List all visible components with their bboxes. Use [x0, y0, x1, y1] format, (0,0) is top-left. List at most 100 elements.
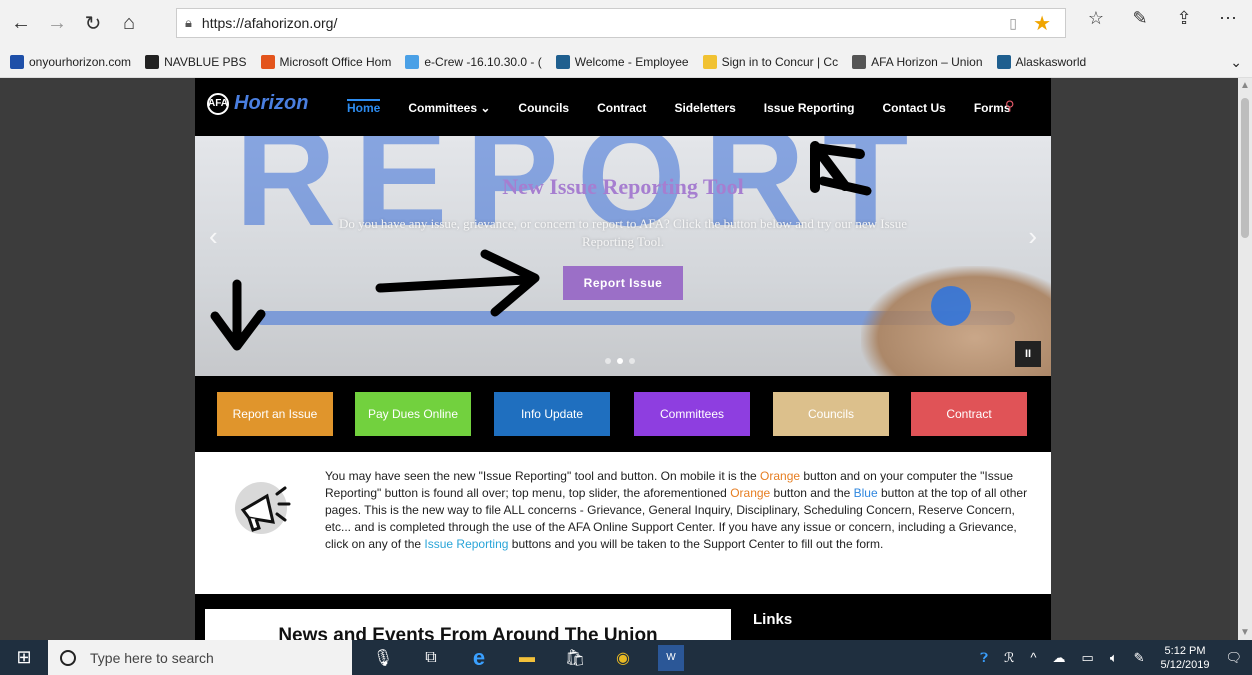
- taskbar-search-placeholder: Type here to search: [90, 649, 214, 666]
- more-icon[interactable]: ⋯: [1216, 8, 1240, 29]
- task-view-icon[interactable]: ⧉: [418, 645, 444, 671]
- battery-icon[interactable]: ▭: [1082, 650, 1094, 666]
- favorite-item[interactable]: Microsoft Office Hom: [260, 54, 392, 69]
- top-navigation: AFA Horizon Home Committees ⌄ Councils Cont…: [195, 78, 1051, 136]
- scrollbar-thumb[interactable]: [1241, 98, 1249, 238]
- menu-item-sideletters[interactable]: Sideletters: [674, 101, 735, 115]
- clock-date: 5/12/2019: [1160, 658, 1210, 671]
- quick-button-info-update[interactable]: Info Update: [494, 392, 610, 436]
- main-menu: Home Committees ⌄ Councils Contract Sidelett…: [347, 99, 1039, 115]
- reading-view-icon[interactable]: ▯: [1009, 15, 1017, 32]
- share-icon[interactable]: ⇪: [1172, 8, 1196, 29]
- favorite-icon: [555, 54, 570, 69]
- chevron-up-icon[interactable]: ^: [1030, 650, 1036, 665]
- favorite-label: AFA Horizon – Union: [871, 54, 983, 69]
- announcement-text: You may have seen the new "Issue Reporti…: [325, 468, 1031, 553]
- lower-section: News and Events From Around The Union Li…: [195, 594, 1051, 640]
- favorite-star-icon[interactable]: ★: [1033, 11, 1051, 36]
- chevron-down-icon[interactable]: ⌄: [1230, 54, 1242, 71]
- blue-word: Blue: [853, 486, 878, 500]
- favorite-item[interactable]: e-Crew -16.10.30.0 - (: [405, 54, 542, 69]
- favorites-bar: onyourhorizon.com NAVBLUE PBS Microsoft Of…: [0, 46, 1252, 78]
- quick-button-committees[interactable]: Committees: [634, 392, 750, 436]
- orange-word: Orange: [730, 486, 771, 500]
- refresh-button[interactable]: ↻: [78, 8, 108, 38]
- home-button[interactable]: ⌂: [114, 8, 144, 38]
- cortana-icon: [60, 649, 76, 666]
- page-viewport: AFA Horizon Home Committees ⌄ Councils Cont…: [0, 78, 1252, 640]
- browser-toolbar: ← → ↻ ⌂ 🔒︎ https://afahorizon.org/ ▯ ★ ☆…: [0, 0, 1252, 46]
- annotation-arrows: [210, 141, 872, 351]
- quick-button-contract[interactable]: Contract: [911, 392, 1027, 436]
- favorite-label: Sign in to Concur | Cc: [721, 54, 839, 69]
- favorite-item[interactable]: onyourhorizon.com: [10, 54, 132, 69]
- taskbar-search-box[interactable]: Type here to search: [48, 640, 352, 675]
- lock-icon: 🔒︎: [185, 15, 192, 30]
- address-bar[interactable]: 🔒︎ https://afahorizon.org/ ▯ ★: [176, 8, 1066, 38]
- ann-text-part: buttons and you will be taken to the Sup…: [508, 537, 884, 551]
- volume-icon[interactable]: 🔈︎: [1110, 650, 1118, 666]
- arrow-down-annotation: [210, 279, 266, 351]
- favorite-icon: [702, 54, 717, 69]
- menu-item-contract[interactable]: Contract: [597, 101, 646, 115]
- search-icon[interactable]: ⚲: [1005, 98, 1015, 114]
- favorite-item[interactable]: Sign in to Concur | Cc: [702, 54, 839, 69]
- menu-item-issue-reporting[interactable]: Issue Reporting: [764, 101, 855, 115]
- scroll-up-icon[interactable]: ▲: [1240, 80, 1250, 91]
- favorite-item[interactable]: NAVBLUE PBS: [145, 54, 247, 69]
- favorite-icon: [405, 54, 420, 69]
- orange-word: Orange: [760, 469, 801, 483]
- site-logo[interactable]: AFA Horizon: [207, 92, 308, 115]
- favorite-label: NAVBLUE PBS: [164, 54, 247, 69]
- favorite-icon: [852, 54, 867, 69]
- edge-icon[interactable]: e: [466, 645, 492, 671]
- windows-taskbar: ⊞ Type here to search 🎙︎ ⧉ e ▬ 🛍︎ ◉ W ❓︎…: [0, 640, 1252, 675]
- favorite-icon: [996, 54, 1011, 69]
- favorite-item[interactable]: Alaskasworld: [996, 54, 1086, 69]
- favorite-item[interactable]: AFA Horizon – Union: [852, 54, 983, 69]
- arrow-right-annotation: [375, 249, 540, 317]
- menu-item-contact-us[interactable]: Contact Us: [882, 101, 945, 115]
- quick-button-pay-dues-online[interactable]: Pay Dues Online: [355, 392, 471, 436]
- url-text: https://afahorizon.org/: [201, 15, 338, 31]
- word-icon[interactable]: W: [658, 644, 684, 671]
- favorite-label: Microsoft Office Hom: [279, 54, 392, 69]
- favorite-icon: [145, 54, 160, 69]
- megaphone-icon: [235, 482, 291, 534]
- pen-icon[interactable]: ✎: [1128, 8, 1152, 29]
- store-icon[interactable]: 🛍︎: [562, 645, 588, 671]
- page-scrollbar[interactable]: ▲ ▼: [1238, 78, 1252, 640]
- help-icon[interactable]: ❓︎: [980, 650, 988, 666]
- favorites-hub-icon[interactable]: ☆: [1084, 8, 1108, 29]
- windows-start-icon[interactable]: ⊞: [0, 640, 48, 675]
- ann-text-part: You may have seen the new "Issue Reporti…: [325, 469, 761, 483]
- clock[interactable]: 5:12 PM 5/12/2019: [1161, 644, 1210, 672]
- favorite-item[interactable]: Welcome - Employee: [555, 54, 689, 69]
- menu-item-home[interactable]: Home: [347, 99, 381, 115]
- back-button[interactable]: ←: [6, 8, 36, 38]
- favorite-label: e-Crew -16.10.30.0 - (: [424, 54, 542, 69]
- favorite-icon: [10, 54, 24, 69]
- quick-button-councils[interactable]: Councils: [773, 392, 889, 436]
- menu-item-councils[interactable]: Councils: [518, 101, 569, 115]
- pen-workspace-icon[interactable]: ✎: [1134, 650, 1145, 666]
- file-explorer-icon[interactable]: ▬: [514, 645, 540, 671]
- clock-time: 5:12 PM: [1164, 644, 1206, 657]
- ann-text-part: button and the: [770, 486, 854, 500]
- people-icon[interactable]: ℛ: [1004, 650, 1014, 666]
- links-title: Links: [753, 611, 793, 628]
- hero-slider: REPORT New Issue Reporting Tool Do you h…: [195, 136, 1051, 376]
- menu-item-committees[interactable]: Committees ⌄: [408, 101, 490, 115]
- chrome-icon[interactable]: ◉: [610, 645, 636, 671]
- scroll-down-icon[interactable]: ▼: [1240, 627, 1250, 638]
- issue-reporting-link[interactable]: Issue Reporting: [424, 537, 508, 551]
- forward-button[interactable]: →: [42, 8, 72, 38]
- news-title: News and Events From Around The Union: [278, 625, 658, 640]
- news-panel: News and Events From Around The Union: [205, 609, 731, 640]
- microphone-icon[interactable]: 🎙︎: [370, 645, 396, 671]
- favorite-label: onyourhorizon.com: [29, 54, 132, 69]
- onedrive-icon[interactable]: ☁: [1053, 650, 1066, 666]
- logo-text: Horizon: [234, 92, 309, 114]
- quick-button-report-an-issue[interactable]: Report an Issue: [217, 392, 333, 436]
- notification-icon[interactable]: 🗨︎: [1225, 650, 1242, 666]
